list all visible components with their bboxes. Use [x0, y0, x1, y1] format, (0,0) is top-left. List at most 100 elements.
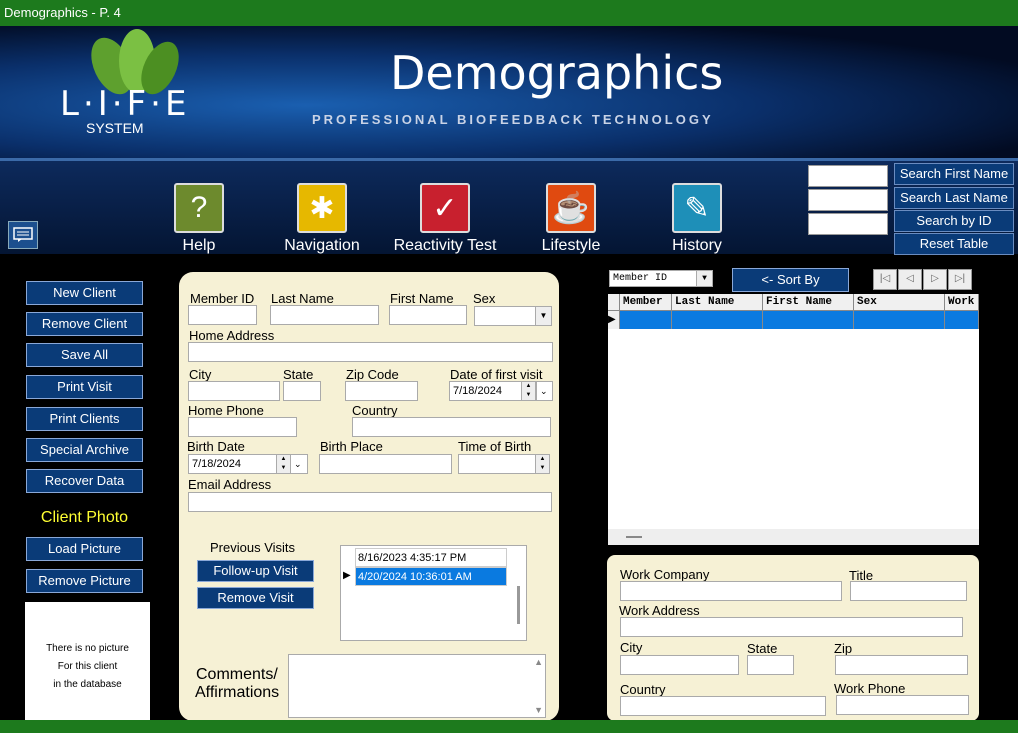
no-picture-line3: in the database: [53, 679, 122, 690]
previous-visits-label: Previous Visits: [210, 540, 296, 555]
row-pointer-icon: ▶: [343, 570, 351, 581]
home-address-field[interactable]: [188, 342, 553, 362]
load-picture-button[interactable]: Load Picture: [26, 537, 143, 561]
birth-date-label: Birth Date: [187, 439, 245, 454]
country-field[interactable]: [352, 417, 551, 437]
sex-dropdown[interactable]: ▼: [474, 306, 552, 326]
first-visit-date-field[interactable]: 7/18/2024 ▲ ▼: [449, 381, 536, 401]
search-by-id-button[interactable]: Search by ID: [894, 210, 1014, 232]
next-record-icon[interactable]: ▷: [923, 269, 947, 290]
visit-row-selected[interactable]: 4/20/2024 10:36:01 AM: [355, 567, 507, 586]
search-last-name-button[interactable]: Search Last Name: [894, 187, 1014, 209]
grid-corner: [608, 294, 620, 311]
last-record-icon[interactable]: ▷|: [948, 269, 972, 290]
history-button[interactable]: ✎ History: [637, 183, 757, 255]
remove-picture-button[interactable]: Remove Picture: [26, 569, 143, 593]
grid-horizontal-scrollbar[interactable]: [608, 529, 979, 545]
print-visit-button[interactable]: Print Visit: [26, 375, 143, 399]
search-first-name-input[interactable]: [808, 165, 888, 187]
birth-date-field[interactable]: 7/18/2024 ▲ ▼: [188, 454, 291, 474]
work-phone-field[interactable]: [836, 695, 969, 715]
life-system-logo: L·I·F·E SYSTEM: [60, 26, 200, 156]
no-picture-line2: For this client: [57, 661, 118, 672]
sex-label: Sex: [473, 291, 496, 306]
last-name-field[interactable]: [270, 305, 379, 325]
special-archive-button[interactable]: Special Archive: [26, 438, 143, 462]
work-address-field[interactable]: [620, 617, 963, 637]
search-first-name-button[interactable]: Search First Name: [894, 163, 1014, 185]
home-address-label: Home Address: [189, 328, 275, 343]
first-name-field[interactable]: [389, 305, 467, 325]
first-visit-label: Date of first visit: [450, 367, 543, 382]
first-name-label: First Name: [390, 291, 454, 306]
save-all-button[interactable]: Save All: [26, 343, 143, 367]
lifestyle-button[interactable]: ☕ Lifestyle: [511, 183, 631, 255]
birth-date-calendar-button[interactable]: ⌄: [290, 454, 308, 474]
column-header[interactable]: Last Name: [672, 294, 763, 311]
follow-up-visit-button[interactable]: Follow-up Visit: [197, 560, 314, 582]
email-field[interactable]: [188, 492, 552, 512]
reactivity-test-button[interactable]: ✓ Reactivity Test: [385, 183, 505, 255]
grid-cell[interactable]: [620, 311, 672, 329]
new-client-button[interactable]: New Client: [26, 281, 143, 305]
comments-textarea[interactable]: ▲ ▼: [288, 654, 546, 718]
grid-cell[interactable]: [854, 311, 945, 329]
scroll-thumb[interactable]: [626, 536, 642, 538]
zip-code-field[interactable]: [345, 381, 418, 401]
work-state-field[interactable]: [747, 655, 794, 675]
time-of-birth-label: Time of Birth: [458, 439, 532, 454]
no-picture-line1: There is no picture: [46, 643, 129, 654]
grid-cell[interactable]: [672, 311, 763, 329]
sort-field-dropdown[interactable]: Member ID ▼: [609, 270, 713, 287]
state-field[interactable]: [283, 381, 321, 401]
reset-table-button[interactable]: Reset Table: [894, 233, 1014, 255]
birth-place-field[interactable]: [319, 454, 452, 474]
first-visit-calendar-button[interactable]: ⌄: [536, 381, 553, 401]
column-header[interactable]: Member: [620, 294, 672, 311]
search-id-input[interactable]: [808, 213, 888, 235]
work-zip-field[interactable]: [835, 655, 968, 675]
column-header[interactable]: Work: [945, 294, 979, 311]
scroll-up-icon[interactable]: ▲: [534, 657, 543, 667]
work-company-field[interactable]: [620, 581, 842, 601]
remove-visit-button[interactable]: Remove Visit: [197, 587, 314, 609]
birth-date-spinner[interactable]: ▲ ▼: [276, 455, 290, 473]
time-of-birth-field[interactable]: ▲ ▼: [458, 454, 550, 474]
first-record-icon[interactable]: |◁: [873, 269, 897, 290]
clients-grid[interactable]: Member Last Name First Name Sex Work ▶: [608, 294, 979, 545]
navigation-button[interactable]: ✱ Navigation: [262, 183, 382, 255]
print-clients-button[interactable]: Print Clients: [26, 407, 143, 431]
search-last-name-input[interactable]: [808, 189, 888, 211]
work-zip-label: Zip: [834, 641, 853, 656]
logo-life-text: L·I·F·E: [60, 84, 191, 124]
grid-cell[interactable]: [763, 311, 854, 329]
chat-icon[interactable]: [8, 221, 38, 249]
recover-data-button[interactable]: Recover Data: [26, 469, 143, 493]
chevron-down-icon[interactable]: ▼: [696, 271, 712, 286]
sort-by-button[interactable]: <- Sort By: [732, 268, 849, 292]
first-visit-spinner[interactable]: ▲ ▼: [521, 382, 535, 400]
help-button[interactable]: ? Help: [139, 183, 259, 255]
state-label: State: [283, 367, 314, 382]
column-header[interactable]: First Name: [763, 294, 854, 311]
visit-row[interactable]: 8/16/2023 4:35:17 PM: [355, 548, 507, 567]
city-field[interactable]: [188, 381, 280, 401]
remove-client-button[interactable]: Remove Client: [26, 312, 143, 336]
comments-label-line2: Affirmations: [195, 684, 280, 701]
time-of-birth-spinner[interactable]: ▲ ▼: [535, 455, 549, 473]
home-phone-field[interactable]: [188, 417, 297, 437]
work-phone-label: Work Phone: [834, 681, 906, 696]
grid-cell[interactable]: [945, 311, 979, 329]
checkmark-icon: ✓: [420, 183, 470, 233]
visits-scrollbar[interactable]: [517, 586, 520, 624]
work-country-field[interactable]: [620, 696, 826, 716]
coffee-cup-icon: ☕: [546, 183, 596, 233]
title-field[interactable]: [850, 581, 967, 601]
previous-visits-list[interactable]: 8/16/2023 4:35:17 PM 4/20/2024 10:36:01 …: [340, 545, 527, 641]
chevron-down-icon[interactable]: ▼: [535, 307, 551, 325]
previous-record-icon[interactable]: ◁: [898, 269, 922, 290]
member-id-field[interactable]: [188, 305, 257, 325]
scroll-down-icon[interactable]: ▼: [534, 705, 543, 715]
column-header[interactable]: Sex: [854, 294, 945, 311]
work-city-field[interactable]: [620, 655, 739, 675]
